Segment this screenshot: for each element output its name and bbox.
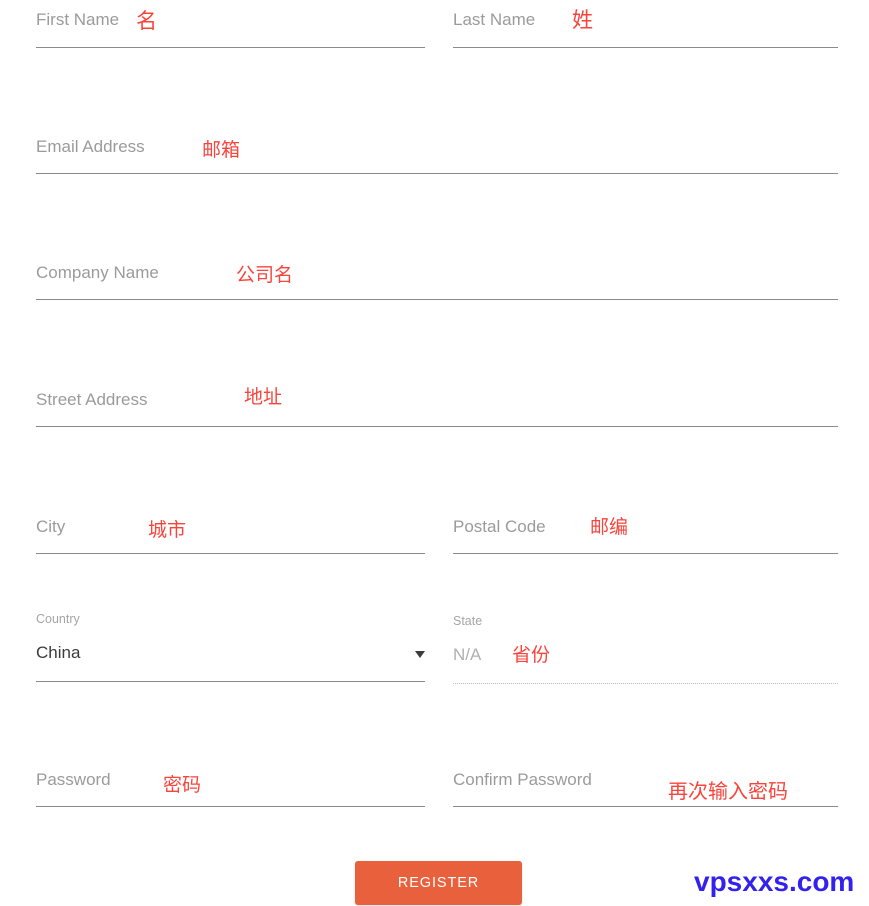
first-name-label: First Name bbox=[36, 10, 120, 29]
company-name-label: Company Name bbox=[36, 263, 159, 282]
first-name-field[interactable]: First Name bbox=[36, 8, 425, 48]
chevron-down-icon bbox=[415, 651, 425, 658]
country-label: Country bbox=[36, 612, 80, 626]
country-underline bbox=[36, 681, 425, 682]
postal-code-label: Postal Code bbox=[453, 517, 546, 536]
city-field[interactable]: City bbox=[36, 515, 425, 554]
first-name-annotation: 名 bbox=[136, 9, 157, 33]
company-name-underline bbox=[36, 299, 838, 300]
state-select: State N/A bbox=[453, 612, 838, 684]
password-label: Password bbox=[36, 770, 111, 789]
email-address-field[interactable]: Email Address bbox=[36, 135, 838, 174]
street-address-label: Street Address bbox=[36, 390, 148, 409]
last-name-field[interactable]: Last Name bbox=[453, 8, 838, 48]
site-watermark: vpsxxs.com bbox=[694, 866, 855, 897]
state-underline bbox=[453, 683, 838, 684]
state-label: State bbox=[453, 614, 483, 628]
last-name-underline bbox=[453, 47, 838, 48]
password-field[interactable]: Password bbox=[36, 768, 425, 807]
password-underline bbox=[36, 806, 425, 807]
email-address-underline bbox=[36, 173, 838, 174]
first-name-underline bbox=[36, 47, 425, 48]
company-name-field[interactable]: Company Name bbox=[36, 261, 838, 300]
last-name-label: Last Name bbox=[453, 10, 536, 29]
street-address-annotation: 地址 bbox=[244, 386, 283, 408]
email-address-annotation: 邮箱 bbox=[202, 139, 241, 161]
street-address-field[interactable]: Street Address bbox=[36, 388, 838, 427]
country-selected-value: China bbox=[36, 643, 81, 662]
street-address-underline bbox=[36, 426, 838, 427]
city-annotation: 城市 bbox=[148, 519, 187, 541]
email-address-label: Email Address bbox=[36, 137, 145, 156]
state-annotation: 省份 bbox=[512, 644, 551, 666]
registration-form: First Name 名 Last Name 姓 Email Address 邮… bbox=[0, 0, 869, 906]
city-label: City bbox=[36, 517, 66, 536]
confirm-password-annotation: 再次输入密码 bbox=[668, 779, 788, 803]
confirm-password-underline bbox=[453, 806, 838, 807]
state-selected-value: N/A bbox=[453, 645, 482, 664]
city-underline bbox=[36, 553, 425, 554]
company-name-annotation: 公司名 bbox=[236, 264, 294, 286]
confirm-password-label: Confirm Password bbox=[453, 770, 592, 789]
postal-code-annotation: 邮编 bbox=[590, 516, 629, 538]
postal-code-underline bbox=[453, 553, 838, 554]
last-name-annotation: 姓 bbox=[572, 8, 593, 32]
postal-code-field[interactable]: Postal Code bbox=[453, 515, 838, 554]
password-annotation: 密码 bbox=[163, 774, 202, 796]
country-select[interactable]: Country China bbox=[36, 610, 425, 682]
register-button[interactable]: REGISTER bbox=[355, 861, 522, 905]
